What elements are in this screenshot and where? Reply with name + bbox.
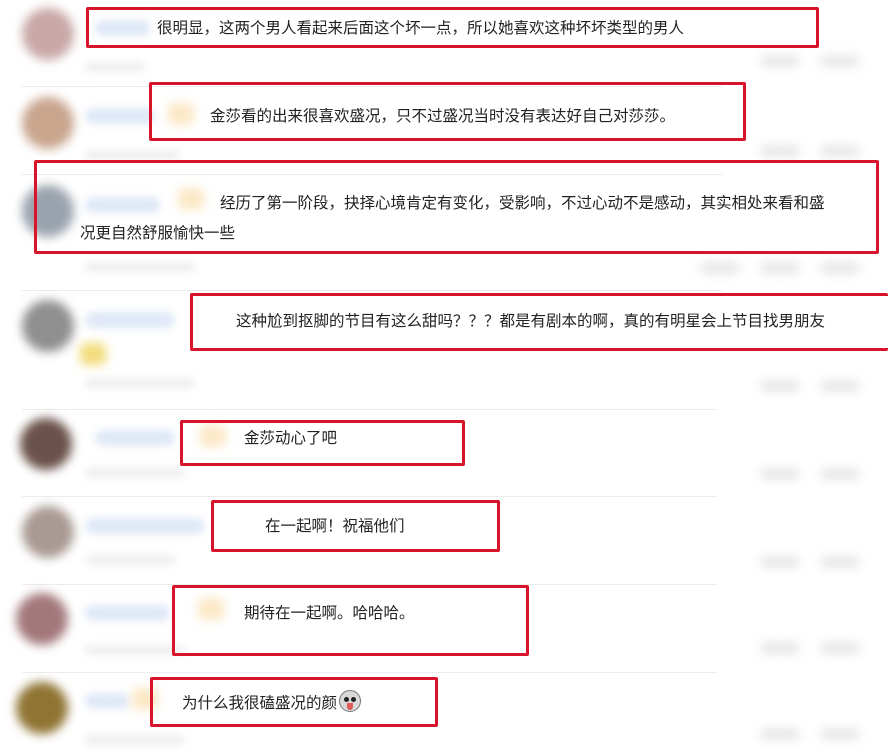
comment-meta — [85, 645, 185, 655]
side-action[interactable] — [820, 262, 860, 274]
divider — [22, 290, 722, 291]
badge-icon — [168, 103, 194, 125]
username[interactable] — [85, 693, 130, 709]
avatar[interactable] — [16, 593, 68, 645]
comment-text: 很明显，这两个男人看起来后面这个坏一点，所以她喜欢这种坏坏类型的男人 — [157, 19, 685, 37]
divider — [22, 86, 722, 87]
comment-text-line-1: 经历了第一阶段，抉择心境肯定有变化，受影响，不过心动不是感动，其实相处来看和盛 — [220, 194, 825, 212]
side-action[interactable] — [820, 145, 860, 157]
side-action[interactable] — [700, 262, 740, 274]
comment-meta — [85, 468, 185, 478]
side-action[interactable] — [820, 642, 860, 654]
badge-icon — [80, 343, 106, 365]
avatar[interactable] — [22, 506, 74, 558]
comment-meta — [85, 735, 185, 745]
avatar[interactable] — [22, 8, 74, 60]
comment-text: 为什么我很磕盛况的颜 — [182, 690, 362, 714]
comment-meta — [85, 150, 180, 160]
comment-meta — [85, 262, 195, 272]
comment-text: 在一起啊！祝福他们 — [265, 517, 405, 535]
divider — [22, 672, 717, 673]
side-action[interactable] — [760, 145, 800, 157]
divider — [22, 584, 717, 585]
badge-icon — [200, 425, 226, 447]
username[interactable] — [85, 108, 155, 124]
side-action[interactable] — [820, 556, 860, 568]
username[interactable] — [85, 312, 175, 328]
username[interactable] — [85, 197, 160, 213]
username[interactable] — [85, 518, 205, 534]
comment-text: 期待在一起啊。哈哈哈。 — [244, 604, 415, 622]
side-action[interactable] — [820, 380, 860, 392]
divider — [22, 409, 717, 410]
comment-text-content: 为什么我很磕盛况的颜 — [182, 694, 338, 712]
side-action[interactable] — [760, 728, 800, 740]
badge-icon — [178, 188, 204, 210]
avatar[interactable] — [20, 418, 72, 470]
comment-meta — [85, 555, 175, 565]
comment-text-line-2: 况更自然舒服愉快一些 — [80, 224, 236, 242]
side-action[interactable] — [760, 55, 800, 67]
username[interactable] — [95, 430, 175, 446]
side-action[interactable] — [820, 728, 860, 740]
avatar[interactable] — [16, 682, 68, 734]
divider — [22, 496, 717, 497]
side-action[interactable] — [820, 55, 860, 67]
comment-meta — [85, 378, 195, 388]
username[interactable] — [85, 605, 170, 621]
divider — [22, 174, 722, 175]
username[interactable] — [95, 20, 150, 36]
side-action[interactable] — [820, 468, 860, 480]
comment-text: 这种尬到抠脚的节目有这么甜吗？？？都是有剧本的啊，真的有明星会上节目找男朋友 — [236, 312, 826, 330]
avatar[interactable] — [22, 300, 74, 352]
badge-icon — [198, 598, 224, 620]
comment-meta — [85, 62, 145, 72]
crazy-face-emoji-icon — [339, 690, 362, 712]
side-action[interactable] — [760, 468, 800, 480]
badge-icon — [132, 688, 158, 710]
side-action[interactable] — [760, 262, 800, 274]
avatar[interactable] — [22, 97, 74, 149]
side-action[interactable] — [760, 642, 800, 654]
side-action[interactable] — [760, 556, 800, 568]
side-action[interactable] — [760, 380, 800, 392]
avatar[interactable] — [22, 185, 74, 237]
comment-text: 金莎动心了吧 — [244, 429, 338, 447]
comment-text: 金莎看的出来很喜欢盛况，只不过盛况当时没有表达好自己对莎莎。 — [210, 107, 676, 125]
